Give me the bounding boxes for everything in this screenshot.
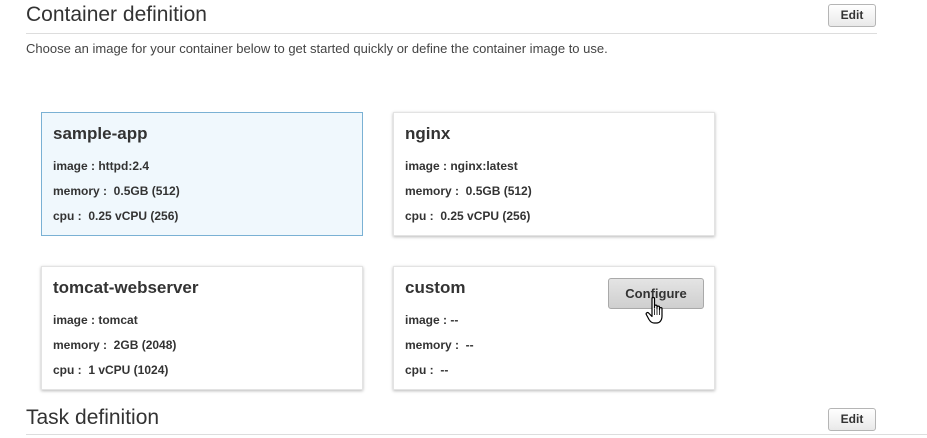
container-card-sample-app[interactable]: sample-app image : httpd:2.4 memory : 0.… <box>41 112 363 236</box>
container-card-tomcat-webserver[interactable]: tomcat-webserver image : tomcat memory :… <box>41 266 363 390</box>
card-image: image : tomcat <box>53 313 138 327</box>
card-name: tomcat-webserver <box>53 278 199 297</box>
card-image: image : nginx:latest <box>405 159 518 173</box>
card-image: image : httpd:2.4 <box>53 159 150 173</box>
container-card-nginx[interactable]: nginx image : nginx:latest memory : 0.5G… <box>393 112 715 236</box>
container-definition-title: Container definition <box>26 3 207 26</box>
card-memory: memory : 0.5GB (512) <box>53 184 180 198</box>
card-cpu: cpu : 1 vCPU (1024) <box>53 363 169 377</box>
intro-text: Choose an image for your container below… <box>26 41 608 56</box>
task-definition-divider <box>26 434 927 435</box>
container-definition-divider <box>26 33 877 34</box>
card-name: nginx <box>405 124 451 143</box>
task-definition-title: Task definition <box>26 406 160 429</box>
card-memory: memory : 2GB (2048) <box>53 338 177 352</box>
task-definition-edit-button[interactable]: Edit <box>828 408 876 431</box>
container-definition-edit-button[interactable]: Edit <box>828 4 876 27</box>
card-memory: memory : 0.5GB (512) <box>405 184 532 198</box>
hand-pointer-icon <box>645 296 663 324</box>
card-cpu: cpu : 0.25 vCPU (256) <box>405 209 531 223</box>
card-cpu: cpu : 0.25 vCPU (256) <box>53 209 179 223</box>
card-memory: memory : -- <box>405 338 474 352</box>
card-cpu: cpu : -- <box>405 363 449 377</box>
container-card-custom[interactable]: custom image : -- memory : -- cpu : -- C… <box>393 266 715 390</box>
card-name: sample-app <box>53 124 148 143</box>
